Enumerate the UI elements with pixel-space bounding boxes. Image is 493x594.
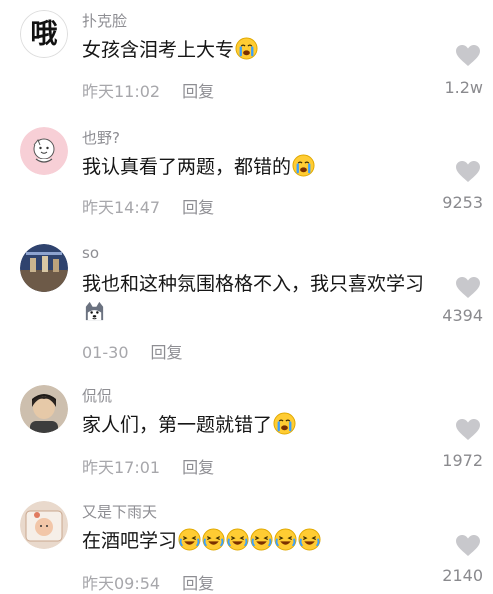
laughing-face-icon xyxy=(226,528,249,551)
comment-body: 在酒吧学习 xyxy=(82,527,427,556)
reply-button[interactable]: 回复 xyxy=(182,82,214,101)
comment-time: 昨天17:01 xyxy=(82,458,161,477)
crying-face-icon xyxy=(292,154,315,177)
laughing-face-icon xyxy=(178,528,201,551)
reply-button[interactable]: 回复 xyxy=(151,343,183,362)
like-count: 9253 xyxy=(442,193,483,212)
username[interactable]: so xyxy=(82,244,99,262)
comment-body: 我也和这种氛围格格不入，我只喜欢学习 xyxy=(82,270,427,328)
laughing-face-icon xyxy=(202,528,225,551)
crying-face-icon xyxy=(235,37,258,60)
laughing-face-icon xyxy=(298,528,321,551)
heart-icon[interactable] xyxy=(455,276,481,299)
laughing-face-icon xyxy=(274,528,297,551)
like-count: 4394 xyxy=(442,306,483,325)
comment-body: 我认真看了两题，都错的 xyxy=(82,153,427,182)
like-count: 2140 xyxy=(442,566,483,585)
crying-face-icon xyxy=(273,412,296,435)
comment-body: 家人们，第一题就错了 xyxy=(82,411,427,440)
comment-time: 昨天11:02 xyxy=(82,82,161,101)
comment-time: 昨天09:54 xyxy=(82,574,161,593)
comment-meta: 01-30 回复 xyxy=(82,339,183,363)
heart-icon[interactable] xyxy=(455,160,481,183)
username[interactable]: 扑克脸 xyxy=(82,10,127,31)
husky-dog-icon xyxy=(83,300,106,323)
comment-text: 我也和这种氛围格格不入，我只喜欢学习 xyxy=(82,273,425,295)
like-count: 1.2w xyxy=(444,78,483,97)
avatar[interactable] xyxy=(20,244,68,292)
username[interactable]: 侃侃 xyxy=(82,385,112,406)
username[interactable]: 也野? xyxy=(82,127,120,148)
avatar[interactable] xyxy=(20,127,68,175)
avatar-logo-glyph: 哦 xyxy=(31,19,58,50)
comment-text: 家人们，第一题就错了 xyxy=(82,414,273,436)
comment-text: 女孩含泪考上大专 xyxy=(82,39,235,61)
reply-button[interactable]: 回复 xyxy=(182,574,214,593)
avatar[interactable] xyxy=(20,385,68,433)
reply-button[interactable]: 回复 xyxy=(182,458,214,477)
reply-button[interactable]: 回复 xyxy=(182,198,214,217)
like-count: 1972 xyxy=(442,451,483,470)
comment-meta: 昨天11:02 回复 xyxy=(82,78,214,102)
username[interactable]: 又是下雨天 xyxy=(82,501,157,522)
avatar[interactable] xyxy=(20,501,68,549)
comment-meta: 昨天14:47 回复 xyxy=(82,194,214,218)
avatar[interactable]: 哦 xyxy=(20,10,68,58)
comment-text: 在酒吧学习 xyxy=(82,530,178,552)
heart-icon[interactable] xyxy=(455,418,481,441)
comment-body: 女孩含泪考上大专 xyxy=(82,36,427,65)
comment-meta: 昨天09:54 回复 xyxy=(82,570,214,594)
comment-meta: 昨天17:01 回复 xyxy=(82,454,214,478)
comment-time: 01-30 xyxy=(82,343,129,362)
comment-text: 我认真看了两题，都错的 xyxy=(82,156,292,178)
comment-time: 昨天14:47 xyxy=(82,198,161,217)
heart-icon[interactable] xyxy=(455,534,481,557)
heart-icon[interactable] xyxy=(455,44,481,67)
laughing-face-icon xyxy=(250,528,273,551)
